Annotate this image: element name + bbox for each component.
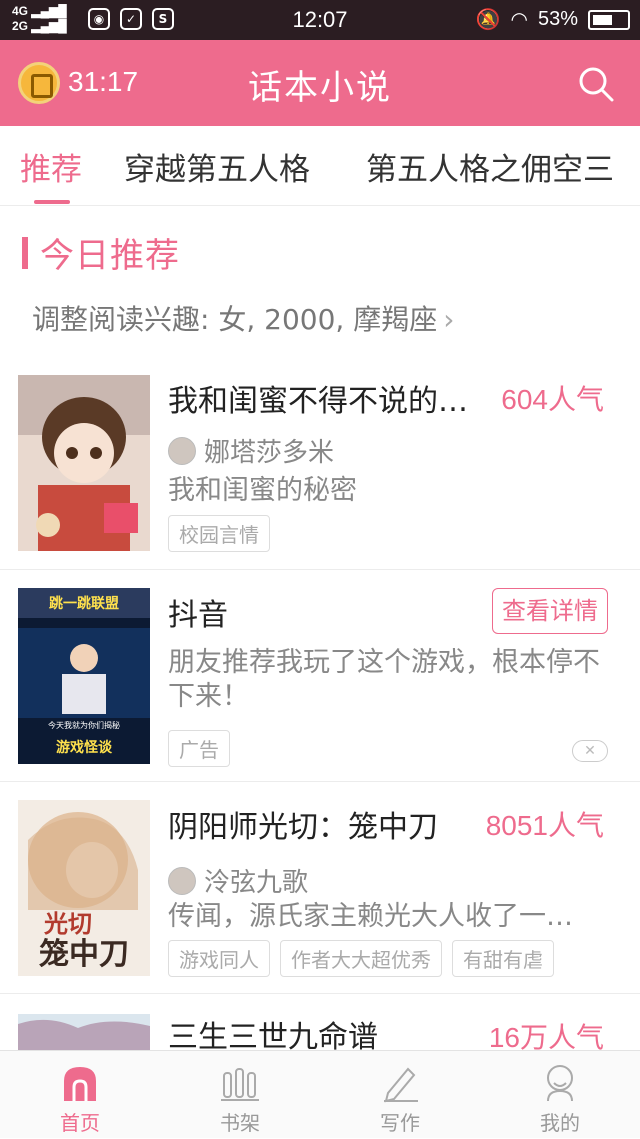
ad-cover-bottom-text: 游戏怪谈 bbox=[56, 739, 113, 756]
author-avatar bbox=[168, 866, 196, 895]
bookshelf-icon bbox=[221, 1068, 259, 1101]
bottom-navigation: 首页 书架 写作 我的 bbox=[0, 1050, 640, 1138]
novel-cover-image bbox=[18, 375, 150, 551]
ad-card[interactable]: 跳一跳联盟 今天我就为你们揭秘 游戏怪谈 抖音 查看详情 朋友推荐我玩了这个游戏… bbox=[0, 570, 640, 782]
popularity-count: 8051人气 bbox=[485, 810, 604, 841]
nav-home-label: 首页 bbox=[60, 1111, 100, 1135]
novel-description: 我和闺蜜的秘密 bbox=[168, 475, 357, 506]
author-row: 娜塔莎多米 bbox=[168, 432, 334, 469]
nav-bookshelf[interactable]: 书架 bbox=[160, 1051, 320, 1139]
tab-recommend[interactable]: 推荐 bbox=[20, 144, 82, 189]
profile-icon bbox=[547, 1065, 573, 1102]
app-title: 话本小说 bbox=[248, 68, 392, 108]
section-title: 今日推荐 bbox=[40, 236, 180, 276]
nav-bookshelf-label: 书架 bbox=[220, 1111, 260, 1135]
search-icon[interactable] bbox=[578, 66, 614, 102]
novel-title: 三生三世九命谱 bbox=[168, 1020, 378, 1050]
author-row: 泠弦九歌 bbox=[168, 862, 308, 899]
ad-tag-list: 广告 bbox=[168, 730, 230, 767]
author-name: 娜塔莎多米 bbox=[204, 438, 335, 468]
tag-list: 游戏同人 作者大大超优秀 有甜有虐 bbox=[168, 940, 554, 977]
view-details-button[interactable]: 查看详情 bbox=[492, 588, 608, 634]
adjust-interest-link[interactable]: 调整阅读兴趣: 女, 2000, 摩羯座 › bbox=[32, 298, 454, 338]
section-header: 今日推荐 bbox=[22, 228, 180, 277]
status-bar: 4G ▂▄▆█ 2G ▂▄▆█ ◉ ✓ S 12:07 🔕 ◠ 53% bbox=[0, 0, 640, 40]
status-right: 🔕 ◠ 53% bbox=[476, 7, 630, 32]
tag[interactable]: 游戏同人 bbox=[168, 940, 270, 977]
section-accent-bar bbox=[22, 236, 28, 269]
ad-cover-image: 跳一跳联盟 今天我就为你们揭秘 游戏怪谈 bbox=[18, 588, 150, 764]
interest-text: 调整阅读兴趣: 女, 2000, 摩羯座 bbox=[32, 303, 438, 336]
ad-title: 抖音 bbox=[168, 598, 228, 633]
popularity-count: 604人气 bbox=[501, 384, 604, 415]
novel-title: 阴阳师光切：笼中刀 bbox=[168, 810, 438, 845]
ad-description: 朋友推荐我玩了这个游戏，根本停不下来！ bbox=[168, 647, 600, 712]
cover-text-2: 笼中刀 bbox=[39, 937, 129, 972]
author-avatar bbox=[168, 436, 196, 465]
ad-label: 广告 bbox=[168, 730, 230, 767]
tag[interactable]: 有甜有虐 bbox=[452, 940, 554, 977]
novel-cover-image: 光切 笼中刀 bbox=[18, 800, 150, 976]
novel-card[interactable]: 光切 笼中刀 阴阳师光切：笼中刀 8051人气 泠弦九歌 传闻，源氏家主赖光大人… bbox=[0, 782, 640, 994]
author-name: 泠弦九歌 bbox=[204, 868, 309, 898]
ad-cover-top-text: 跳一跳联盟 bbox=[49, 595, 119, 612]
nav-write-label: 写作 bbox=[380, 1111, 420, 1135]
app-bar: 31:17 话本小说 bbox=[0, 40, 640, 126]
battery-icon bbox=[588, 9, 630, 30]
novel-description: 传闻，源氏家主赖光大人收了一… bbox=[168, 901, 573, 932]
category-tabs: 推荐 穿越第五人格 第五人格之佣空三 bbox=[0, 126, 640, 206]
ad-cover-small-text: 今天我就为你们揭秘 bbox=[48, 720, 120, 730]
tag[interactable]: 作者大大超优秀 bbox=[280, 940, 442, 977]
nav-home[interactable]: 首页 bbox=[0, 1051, 160, 1139]
nav-profile-label: 我的 bbox=[540, 1111, 580, 1135]
novel-cover-image bbox=[18, 1014, 150, 1050]
cover-text-1: 光切 bbox=[43, 910, 92, 938]
tag-list: 校园言情 bbox=[168, 515, 270, 552]
novel-card[interactable]: 三生三世九命谱 16万人气 bbox=[0, 994, 640, 1050]
nav-profile[interactable]: 我的 bbox=[480, 1051, 640, 1139]
tab-diwurenge[interactable]: 第五人格之佣空三 bbox=[366, 144, 614, 189]
active-tab-indicator bbox=[34, 200, 70, 204]
home-icon bbox=[64, 1067, 96, 1101]
close-ad-icon[interactable]: ✕ bbox=[572, 740, 608, 762]
battery-percent: 53% bbox=[537, 8, 578, 30]
novel-card[interactable]: 我和闺蜜不得不说的… 604人气 娜塔莎多米 我和闺蜜的秘密 校园言情 bbox=[0, 360, 640, 570]
popularity-count: 16万人气 bbox=[488, 1022, 604, 1050]
tag[interactable]: 校园言情 bbox=[168, 515, 270, 552]
mute-icon: 🔕 bbox=[475, 9, 501, 31]
chevron-right-icon: › bbox=[443, 303, 455, 336]
nav-write[interactable]: 写作 bbox=[320, 1051, 480, 1139]
novel-title: 我和闺蜜不得不说的… bbox=[168, 384, 468, 419]
wifi-icon: ◠ bbox=[510, 9, 528, 31]
tab-chuanyue[interactable]: 穿越第五人格 bbox=[124, 144, 310, 189]
pencil-icon bbox=[384, 1067, 418, 1103]
